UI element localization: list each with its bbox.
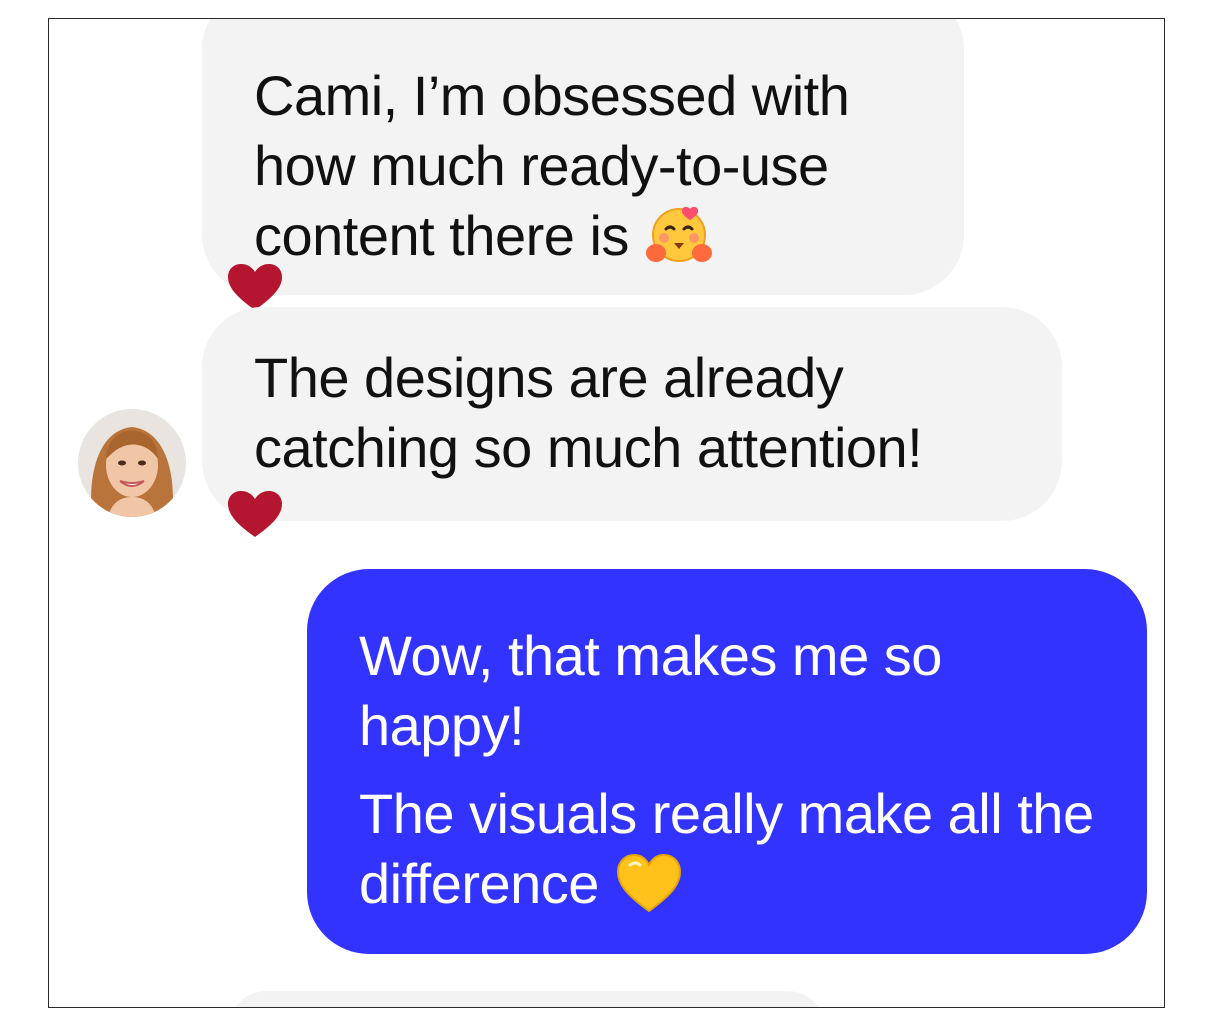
message-paragraph: Wow, that makes me so happy! [359,624,942,757]
hugging-face-emoji-icon [644,205,714,265]
outgoing-message-bubble[interactable]: Wow, that makes me so happy! The visuals… [307,569,1147,954]
incoming-message-bubble-partial[interactable] [227,991,827,1007]
message-text: The designs are already catching so much… [254,346,923,479]
yellow-heart-emoji-icon [614,853,684,913]
woman-avatar-icon [78,409,186,517]
sender-avatar[interactable] [78,409,186,517]
heart-reaction-icon[interactable] [226,262,284,312]
heart-reaction-icon[interactable] [226,489,284,539]
incoming-message-bubble[interactable]: Cami, I’m obsessed with how much ready-t… [202,19,964,295]
incoming-message-bubble[interactable]: The designs are already catching so much… [202,307,1062,521]
message-text: Cami, I’m obsessed with how much ready-t… [254,64,850,267]
chat-frame: Cami, I’m obsessed with how much ready-t… [48,18,1165,1008]
message-paragraph: The visuals really make all the differen… [359,782,1094,915]
